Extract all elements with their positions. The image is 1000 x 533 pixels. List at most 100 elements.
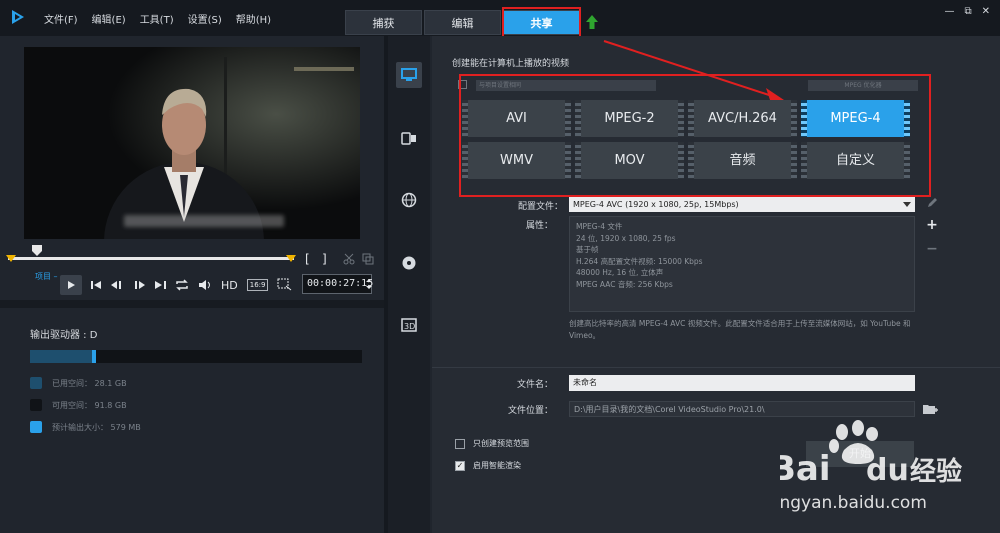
resize-icon[interactable] <box>277 278 293 292</box>
mark-in-button[interactable]: [ <box>305 252 310 266</box>
mark-out-button[interactable]: ] <box>322 252 327 266</box>
monitor-icon <box>401 68 417 81</box>
properties-box: MPEG-4 文件 24 位, 1920 x 1080, 25 fps 基于帧 … <box>569 216 915 312</box>
mark-in-icon[interactable] <box>6 255 16 262</box>
video-preview[interactable] <box>24 47 360 239</box>
volume-icon[interactable] <box>198 279 212 291</box>
device-icon <box>401 132 416 145</box>
next-frame-icon[interactable] <box>133 280 146 290</box>
watermark-brand2: du <box>866 453 909 488</box>
legend-estimate-swatch <box>30 421 42 433</box>
profile-label: 配置文件： <box>517 202 563 212</box>
go-to-start-icon[interactable] <box>91 280 102 290</box>
preview-range-label: 只创建预览范围 <box>473 439 529 448</box>
repeat-icon[interactable] <box>175 279 189 291</box>
project-clip-label[interactable]: 项目 – <box>35 271 58 282</box>
menu-settings[interactable]: 设置(S) <box>188 11 222 26</box>
3d-category-button[interactable]: 3D <box>396 312 422 338</box>
edit-pencil-icon[interactable] <box>926 197 938 209</box>
profile-value: MPEG-4 AVC (1920 x 1080, 25p, 15Mbps) <box>573 200 739 209</box>
smart-render-checkbox[interactable]: ✓ <box>455 460 465 471</box>
legend-estimate-label: 预计输出大小： 579 MB <box>52 422 141 432</box>
watermark-cn: 经验 <box>910 456 962 487</box>
properties-label: 属性： <box>525 221 553 231</box>
legend-used-swatch <box>30 377 42 389</box>
app-window: 文件(F) 编辑(E) 工具(T) 设置(S) 帮助(H) 捕获 编辑 共享 —… <box>0 0 1000 533</box>
menu-edit[interactable]: 编辑(E) <box>92 11 126 26</box>
add-profile-icon[interactable]: + <box>926 217 938 233</box>
window-controls: — ⧉ ✕ <box>944 6 990 17</box>
file-location-label: 文件位置： <box>507 406 553 416</box>
share-heading: 创建能在计算机上播放的视频 <box>452 59 570 69</box>
timeline-scrubber[interactable] <box>6 245 296 263</box>
panel-divider <box>0 300 384 308</box>
minimize-icon[interactable]: — <box>944 6 954 17</box>
watermark-brand: Bai <box>780 449 831 489</box>
property-line: 24 位, 1920 x 1080, 25 fps <box>576 233 676 243</box>
output-drive-label: 输出驱动器 : D <box>30 330 98 341</box>
legend-estimate: 预计输出大小： 579 MB <box>30 421 141 433</box>
drive-estimate-marker <box>92 350 96 363</box>
menu-bar: 文件(F) 编辑(E) 工具(T) 设置(S) 帮助(H) <box>44 11 271 26</box>
profile-dropdown[interactable]: MPEG-4 AVC (1920 x 1080, 25p, 15Mbps) <box>569 197 915 212</box>
globe-icon <box>401 192 417 208</box>
mark-out-icon[interactable] <box>286 255 296 262</box>
legend-free: 可用空间： 91.8 GB <box>30 399 127 411</box>
close-icon[interactable]: ✕ <box>982 6 990 17</box>
scrubber-track[interactable] <box>8 257 294 260</box>
scrubber-handle-icon[interactable] <box>32 245 42 257</box>
playback-controls: HD 16:9 <box>60 275 293 295</box>
property-line: MPEG-4 文件 <box>576 222 623 231</box>
menu-file[interactable]: 文件(F) <box>44 11 78 26</box>
property-line: 基于帧 <box>576 245 599 254</box>
aspect-ratio-selector[interactable]: 16:9 <box>246 279 269 291</box>
computer-category-button[interactable] <box>396 62 422 88</box>
drive-used-fill <box>30 350 93 363</box>
preview-frame-image <box>24 47 360 239</box>
file-location-input[interactable]: D:\用户目录\我的文档\Corel VideoStudio Pro\21.0\ <box>569 401 915 417</box>
play-button[interactable] <box>60 275 82 295</box>
file-name-label: 文件名： <box>516 380 553 390</box>
preview-range-checkbox[interactable] <box>455 438 465 449</box>
format-annotation-box <box>459 74 931 197</box>
legend-used-label: 已用空间： 28.1 GB <box>52 378 127 388</box>
file-name-input[interactable]: 未命名 <box>569 375 915 391</box>
legend-used: 已用空间： 28.1 GB <box>30 377 127 389</box>
play-icon <box>68 281 75 289</box>
timecode-spinner-icon[interactable] <box>365 277 373 291</box>
drive-usage-bar <box>30 350 362 363</box>
preview-range-option[interactable]: 只创建预览范围 <box>455 438 529 449</box>
hd-preview-toggle[interactable]: HD <box>221 279 238 292</box>
menu-help[interactable]: 帮助(H) <box>236 11 271 26</box>
section-separator <box>432 367 1000 368</box>
legend-free-swatch <box>30 399 42 411</box>
baidu-jingyan-watermark: Bai du 经验 jingyan.baidu.com <box>780 420 962 513</box>
tab-capture[interactable]: 捕获 <box>345 10 422 35</box>
smart-render-option[interactable]: ✓ 启用智能渲染 <box>455 460 521 471</box>
restore-icon[interactable]: ⧉ <box>964 6 971 17</box>
share-category-column: 3D <box>388 36 430 533</box>
menu-tools[interactable]: 工具(T) <box>140 11 174 26</box>
folder-add-icon[interactable] <box>922 402 938 416</box>
property-line: MPEG AAC 音频: 256 Kbps <box>576 279 673 289</box>
property-line: 48000 Hz, 16 位, 立体声 <box>576 268 664 277</box>
title-bar: 文件(F) 编辑(E) 工具(T) 设置(S) 帮助(H) 捕获 编辑 共享 —… <box>0 0 1000 42</box>
previous-frame-icon[interactable] <box>111 280 124 290</box>
legend-free-label: 可用空间： 91.8 GB <box>52 400 127 410</box>
tab-edit[interactable]: 编辑 <box>424 10 501 35</box>
property-line: H.264 高配置文件视频: 15000 Kbps <box>576 256 703 266</box>
device-category-button[interactable] <box>396 125 422 151</box>
app-logo-icon <box>12 10 24 24</box>
upload-arrow-icon[interactable] <box>585 14 599 30</box>
svg-text:3D: 3D <box>404 322 415 331</box>
remove-profile-icon[interactable]: − <box>926 241 938 257</box>
timecode-field[interactable]: 00:00:27:15 <box>302 274 373 294</box>
scissors-icon[interactable] <box>343 253 355 265</box>
smart-render-label: 启用智能渲染 <box>473 461 521 470</box>
web-category-button[interactable] <box>396 187 422 213</box>
profile-tools: + − <box>925 197 939 257</box>
go-to-end-icon[interactable] <box>155 280 166 290</box>
disc-category-button[interactable] <box>396 250 422 276</box>
3d-icon: 3D <box>401 318 417 332</box>
copy-icon[interactable] <box>362 253 374 265</box>
